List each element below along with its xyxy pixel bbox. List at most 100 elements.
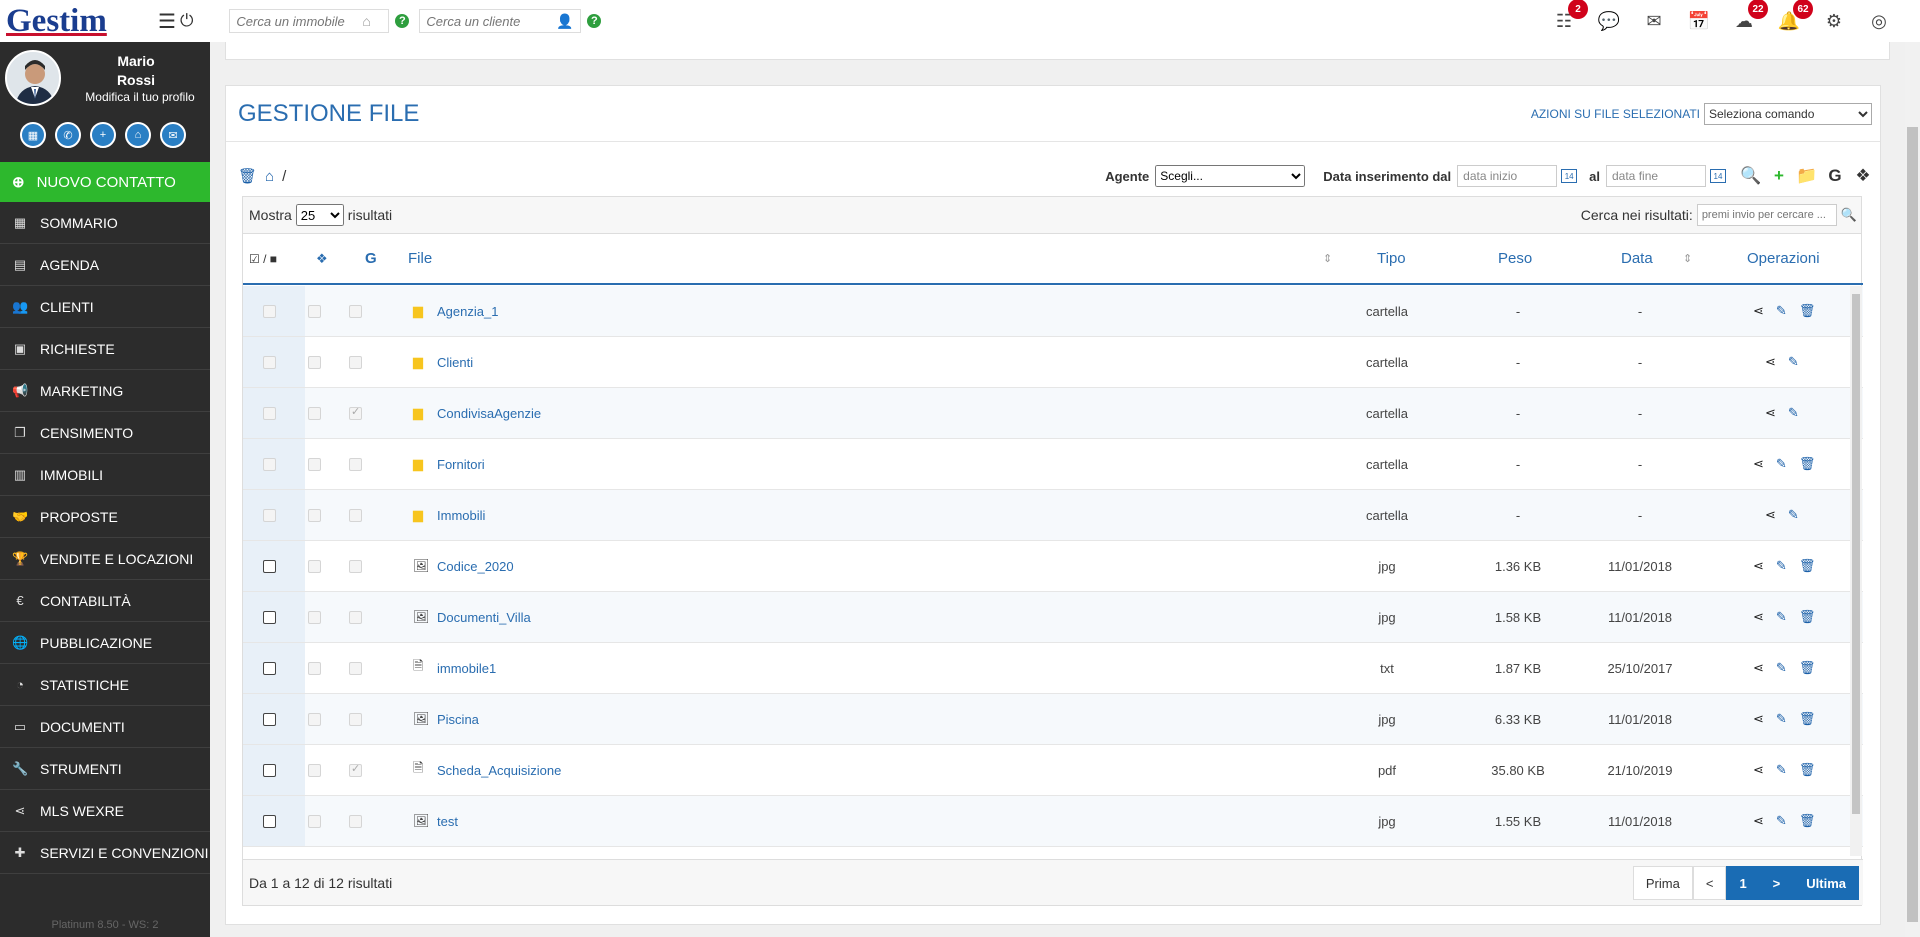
sidebar-item-immobili[interactable]: ▥ IMMOBILI: [0, 454, 210, 496]
file-name-link[interactable]: Documenti_Villa: [437, 610, 531, 625]
header-peso[interactable]: Peso: [1498, 250, 1532, 267]
sidebar-item-agenda[interactable]: ▤ AGENDA: [0, 244, 210, 286]
sidebar-item-proposte[interactable]: 🤝 PROPOSTE: [0, 496, 210, 538]
table-row[interactable]: 🖼 Codice_2020 jpg 1.36 KB 11/01/2018 ⋖ ✎ 🗑: [243, 541, 1863, 592]
search-property-input[interactable]: [230, 10, 363, 32]
edit-icon[interactable]: ✎: [1776, 711, 1787, 727]
google-drive-icon[interactable]: G: [1824, 166, 1846, 186]
file-name-link[interactable]: CondivisaAgenzie: [437, 406, 541, 421]
chat-icon[interactable]: 💬: [1595, 7, 1623, 35]
new-contact-button[interactable]: ⊕ NUOVO CONTATTO: [0, 162, 210, 202]
share-icon[interactable]: ⋖: [1765, 354, 1776, 370]
share-icon[interactable]: ⋖: [1753, 762, 1764, 778]
share-icon[interactable]: ⋖: [1753, 303, 1764, 319]
share-icon[interactable]: ⋖: [1753, 813, 1764, 829]
edit-icon[interactable]: ✎: [1776, 660, 1787, 676]
share-icon[interactable]: ⋖: [1765, 507, 1776, 523]
sidebar-item-mls-wexre[interactable]: ⋖ MLS WEXRE: [0, 790, 210, 832]
row-select-checkbox[interactable]: [263, 814, 276, 828]
trash-icon[interactable]: 🗑: [1799, 813, 1816, 829]
phone-icon[interactable]: ✆: [55, 122, 81, 148]
share-icon[interactable]: ⋖: [1765, 405, 1776, 421]
dropbox-icon[interactable]: ❖: [1852, 166, 1874, 186]
header-data[interactable]: Data: [1621, 250, 1653, 267]
cloud-icon[interactable]: ☁ 22: [1730, 0, 1768, 35]
header-tipo[interactable]: Tipo: [1377, 250, 1406, 267]
row-select-checkbox[interactable]: [263, 610, 276, 624]
last-page-button[interactable]: Ultima: [1793, 866, 1859, 900]
table-scrollbar-thumb[interactable]: [1852, 294, 1860, 814]
help-icon[interactable]: ?: [587, 14, 602, 28]
table-row[interactable]: ▆ Agenzia_1 cartella - - ⋖ ✎ 🗑: [243, 286, 1863, 337]
share-icon[interactable]: ⋖: [1753, 660, 1764, 676]
sidebar-item-censimento[interactable]: ❐ CENSIMENTO: [0, 412, 210, 454]
trash-icon[interactable]: 🗑: [1799, 711, 1816, 727]
table-row[interactable]: 🗎 immobile1 txt 1.87 KB 25/10/2017 ⋖ ✎ 🗑: [243, 643, 1863, 694]
avatar[interactable]: [5, 50, 61, 106]
page-size-select[interactable]: 25: [295, 204, 344, 226]
calendar-x-icon[interactable]: 📅: [1685, 7, 1713, 35]
file-name-link[interactable]: Piscina: [437, 712, 479, 727]
next-page-button[interactable]: >: [1759, 866, 1794, 900]
header-file[interactable]: File: [408, 250, 432, 267]
sidebar-item-documenti[interactable]: ▭ DOCUMENTI: [0, 706, 210, 748]
file-name-link[interactable]: Immobili: [437, 508, 485, 523]
sidebar-item-pubblicazione[interactable]: 🌐 PUBBLICAZIONE: [0, 622, 210, 664]
file-name-link[interactable]: Codice_2020: [437, 559, 514, 574]
sort-icon[interactable]: ⇕: [1323, 252, 1332, 265]
file-name-link[interactable]: test: [437, 814, 458, 829]
sidebar-item-servizi-e-convenzioni[interactable]: ✚ SERVIZI E CONVENZIONI: [0, 832, 210, 874]
sidebar-item-statistiche[interactable]: ◔ STATISTICHE: [0, 664, 210, 706]
sidebar-item-vendite-e-locazioni[interactable]: 🏆 VENDITE E LOCAZIONI: [0, 538, 210, 580]
mail-icon[interactable]: ✉: [1640, 7, 1668, 35]
sort-icon[interactable]: ⇕: [1683, 252, 1692, 265]
search-icon[interactable]: 🔍: [1740, 166, 1762, 186]
new-folder-icon[interactable]: 📁: [1796, 166, 1818, 186]
edit-icon[interactable]: ✎: [1788, 405, 1799, 421]
mail-icon[interactable]: ✉: [160, 122, 186, 148]
support-icon[interactable]: ◎: [1865, 7, 1893, 35]
page-scrollbar-thumb[interactable]: [1907, 127, 1918, 922]
agent-select[interactable]: Scegli...: [1155, 165, 1306, 187]
bulk-command-select[interactable]: Seleziona comando: [1704, 103, 1872, 125]
edit-icon[interactable]: ✎: [1788, 507, 1799, 523]
file-name-link[interactable]: Clienti: [437, 355, 473, 370]
search-results-input[interactable]: [1696, 204, 1837, 226]
share-icon[interactable]: ⋖: [1753, 558, 1764, 574]
trash-icon[interactable]: 🗑: [1799, 456, 1816, 472]
table-row[interactable]: ▆ Immobili cartella - - ⋖ ✎: [243, 490, 1863, 541]
sidebar-item-strumenti[interactable]: 🔧 STRUMENTI: [0, 748, 210, 790]
logo[interactable]: Gestim: [0, 0, 146, 42]
help-icon[interactable]: ?: [395, 14, 410, 28]
power-icon[interactable]: ⏻: [180, 11, 193, 31]
bell-icon[interactable]: 🔔 62: [1775, 0, 1813, 35]
table-row[interactable]: 🖼 Documenti_Villa jpg 1.58 KB 11/01/2018 ⋖ ✎ 🗑: [243, 592, 1863, 643]
trash-icon[interactable]: 🗑: [238, 167, 257, 185]
table-row[interactable]: ▆ Fornitori cartella - - ⋖ ✎ 🗑: [243, 439, 1863, 490]
share-icon[interactable]: ⋖: [1753, 609, 1764, 625]
calendar-icon[interactable]: 14: [1561, 169, 1578, 183]
trash-icon[interactable]: 🗑: [1799, 660, 1816, 676]
sidebar-item-contabilit[interactable]: € CONTABILITÀ: [0, 580, 210, 622]
first-page-button[interactable]: Prima: [1632, 866, 1693, 900]
add-icon[interactable]: +: [1768, 166, 1790, 186]
row-select-checkbox[interactable]: [263, 559, 276, 573]
share-icon[interactable]: ⋖: [1753, 711, 1764, 727]
edit-icon[interactable]: ✎: [1776, 609, 1787, 625]
search-client-field[interactable]: 👤: [419, 9, 582, 33]
search-client-input[interactable]: [420, 10, 557, 32]
row-select-checkbox[interactable]: [263, 712, 276, 726]
prev-page-button[interactable]: <: [1692, 866, 1727, 900]
sidebar-item-marketing[interactable]: 📢 MARKETING: [0, 370, 210, 412]
add-user-icon[interactable]: +: [90, 122, 116, 148]
page-scrollbar[interactable]: [1905, 42, 1920, 937]
trash-icon[interactable]: 🗑: [1799, 609, 1816, 625]
tasks-icon[interactable]: ☷ 2: [1550, 0, 1588, 35]
row-select-checkbox[interactable]: [263, 763, 276, 777]
row-select-checkbox[interactable]: [263, 661, 276, 675]
sidebar-item-clienti[interactable]: 👥 CLIENTI: [0, 286, 210, 328]
calendar-icon[interactable]: 14: [1710, 169, 1726, 183]
sidebar-item-richieste[interactable]: ▣ RICHIESTE: [0, 328, 210, 370]
date-to-input[interactable]: data fine: [1606, 165, 1706, 187]
trash-icon[interactable]: 🗑: [1799, 762, 1816, 778]
